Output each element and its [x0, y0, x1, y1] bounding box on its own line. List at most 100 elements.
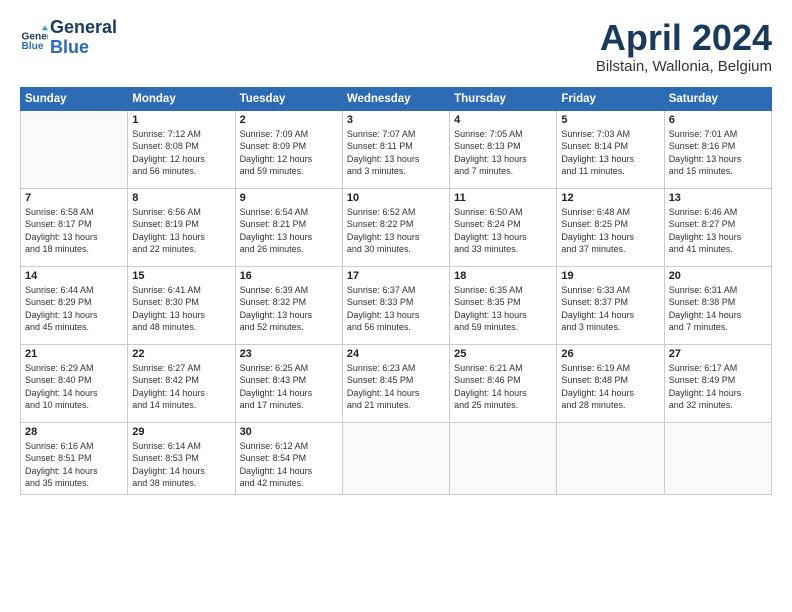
day-number: 6 [669, 114, 767, 126]
day-number: 3 [347, 114, 445, 126]
day-info: Sunrise: 6:54 AM Sunset: 8:21 PM Dayligh… [240, 206, 338, 256]
day-number: 8 [132, 192, 230, 204]
day-cell [557, 422, 664, 494]
day-info: Sunrise: 6:25 AM Sunset: 8:43 PM Dayligh… [240, 362, 338, 412]
logo-icon: General Blue [20, 24, 48, 52]
day-number: 22 [132, 348, 230, 360]
day-number: 21 [25, 348, 123, 360]
header: General Blue General Blue April 2024 Bil… [20, 18, 772, 75]
day-cell: 9 Sunrise: 6:54 AM Sunset: 8:21 PM Daylig… [235, 188, 342, 266]
day-cell: 8 Sunrise: 6:56 AM Sunset: 8:19 PM Daylig… [128, 188, 235, 266]
day-cell: 5 Sunrise: 7:03 AM Sunset: 8:14 PM Daylig… [557, 110, 664, 188]
day-info: Sunrise: 6:33 AM Sunset: 8:37 PM Dayligh… [561, 284, 659, 334]
page: General Blue General Blue April 2024 Bil… [0, 0, 792, 505]
day-cell: 6 Sunrise: 7:01 AM Sunset: 8:16 PM Daylig… [664, 110, 771, 188]
day-number: 11 [454, 192, 552, 204]
col-tuesday: Tuesday [235, 87, 342, 110]
day-cell: 3Sunrise: 7:07 AM Sunset: 8:11 PM Daylig… [342, 110, 449, 188]
week-row-4: 21 Sunrise: 6:29 AM Sunset: 8:40 PM Dayli… [21, 344, 772, 422]
day-info: Sunrise: 6:17 AM Sunset: 8:49 PM Dayligh… [669, 362, 767, 412]
day-cell: 7Sunrise: 6:58 AM Sunset: 8:17 PM Daylig… [21, 188, 128, 266]
day-cell: 10 Sunrise: 6:52 AM Sunset: 8:22 PM Dayli… [342, 188, 449, 266]
day-cell: 21 Sunrise: 6:29 AM Sunset: 8:40 PM Dayli… [21, 344, 128, 422]
week-row-1: 1 Sunrise: 7:12 AM Sunset: 8:08 PM Daylig… [21, 110, 772, 188]
day-cell: 27 Sunrise: 6:17 AM Sunset: 8:49 PM Dayli… [664, 344, 771, 422]
day-info: Sunrise: 7:05 AM Sunset: 8:13 PM Dayligh… [454, 128, 552, 178]
day-number: 23 [240, 348, 338, 360]
day-cell: 17Sunrise: 6:37 AM Sunset: 8:33 PM Dayli… [342, 266, 449, 344]
week-row-5: 28Sunrise: 6:16 AM Sunset: 8:51 PM Dayli… [21, 422, 772, 494]
day-number: 10 [347, 192, 445, 204]
day-number: 16 [240, 270, 338, 282]
day-info: Sunrise: 6:52 AM Sunset: 8:22 PM Dayligh… [347, 206, 445, 256]
title-block: April 2024 Bilstain, Wallonia, Belgium [596, 18, 772, 75]
day-cell: 19 Sunrise: 6:33 AM Sunset: 8:37 PM Dayli… [557, 266, 664, 344]
day-number: 27 [669, 348, 767, 360]
day-info: Sunrise: 6:56 AM Sunset: 8:19 PM Dayligh… [132, 206, 230, 256]
day-number: 9 [240, 192, 338, 204]
week-row-2: 7Sunrise: 6:58 AM Sunset: 8:17 PM Daylig… [21, 188, 772, 266]
day-number: 5 [561, 114, 659, 126]
day-cell: 4Sunrise: 7:05 AM Sunset: 8:13 PM Daylig… [450, 110, 557, 188]
day-info: Sunrise: 7:01 AM Sunset: 8:16 PM Dayligh… [669, 128, 767, 178]
day-info: Sunrise: 7:12 AM Sunset: 8:08 PM Dayligh… [132, 128, 230, 178]
day-number: 26 [561, 348, 659, 360]
logo: General Blue General Blue [20, 18, 117, 58]
day-number: 1 [132, 114, 230, 126]
day-cell: 26 Sunrise: 6:19 AM Sunset: 8:48 PM Dayli… [557, 344, 664, 422]
day-info: Sunrise: 6:21 AM Sunset: 8:46 PM Dayligh… [454, 362, 552, 412]
day-info: Sunrise: 6:19 AM Sunset: 8:48 PM Dayligh… [561, 362, 659, 412]
day-cell: 25 Sunrise: 6:21 AM Sunset: 8:46 PM Dayli… [450, 344, 557, 422]
day-cell [342, 422, 449, 494]
calendar-header: Sunday Monday Tuesday Wednesday Thursday… [21, 87, 772, 110]
day-cell: 30 Sunrise: 6:12 AM Sunset: 8:54 PM Dayli… [235, 422, 342, 494]
day-info: Sunrise: 6:29 AM Sunset: 8:40 PM Dayligh… [25, 362, 123, 412]
day-info: Sunrise: 6:12 AM Sunset: 8:54 PM Dayligh… [240, 440, 338, 490]
day-number: 30 [240, 426, 338, 438]
calendar-table: Sunday Monday Tuesday Wednesday Thursday… [20, 87, 772, 495]
day-number: 19 [561, 270, 659, 282]
day-number: 17 [347, 270, 445, 282]
col-friday: Friday [557, 87, 664, 110]
day-info: Sunrise: 7:03 AM Sunset: 8:14 PM Dayligh… [561, 128, 659, 178]
day-number: 2 [240, 114, 338, 126]
logo-line2: Blue [50, 37, 89, 57]
col-wednesday: Wednesday [342, 87, 449, 110]
day-number: 29 [132, 426, 230, 438]
logo-line1: General [50, 17, 117, 37]
day-cell: 11 Sunrise: 6:50 AM Sunset: 8:24 PM Dayli… [450, 188, 557, 266]
day-cell: 18 Sunrise: 6:35 AM Sunset: 8:35 PM Dayli… [450, 266, 557, 344]
col-sunday: Sunday [21, 87, 128, 110]
day-cell: 16 Sunrise: 6:39 AM Sunset: 8:32 PM Dayli… [235, 266, 342, 344]
location-subtitle: Bilstain, Wallonia, Belgium [596, 58, 772, 75]
day-cell: 12 Sunrise: 6:48 AM Sunset: 8:25 PM Dayli… [557, 188, 664, 266]
logo-text: General Blue [50, 18, 117, 58]
day-info: Sunrise: 6:48 AM Sunset: 8:25 PM Dayligh… [561, 206, 659, 256]
day-info: Sunrise: 6:14 AM Sunset: 8:53 PM Dayligh… [132, 440, 230, 490]
col-thursday: Thursday [450, 87, 557, 110]
day-cell: 15Sunrise: 6:41 AM Sunset: 8:30 PM Dayli… [128, 266, 235, 344]
day-number: 20 [669, 270, 767, 282]
day-info: Sunrise: 6:41 AM Sunset: 8:30 PM Dayligh… [132, 284, 230, 334]
svg-text:Blue: Blue [22, 41, 44, 52]
day-cell [664, 422, 771, 494]
day-cell [21, 110, 128, 188]
day-info: Sunrise: 6:27 AM Sunset: 8:42 PM Dayligh… [132, 362, 230, 412]
day-number: 18 [454, 270, 552, 282]
day-info: Sunrise: 6:23 AM Sunset: 8:45 PM Dayligh… [347, 362, 445, 412]
col-monday: Monday [128, 87, 235, 110]
day-cell: 13Sunrise: 6:46 AM Sunset: 8:27 PM Dayli… [664, 188, 771, 266]
day-cell: 23 Sunrise: 6:25 AM Sunset: 8:43 PM Dayli… [235, 344, 342, 422]
day-number: 13 [669, 192, 767, 204]
day-info: Sunrise: 6:16 AM Sunset: 8:51 PM Dayligh… [25, 440, 123, 490]
day-number: 24 [347, 348, 445, 360]
day-info: Sunrise: 6:50 AM Sunset: 8:24 PM Dayligh… [454, 206, 552, 256]
day-info: Sunrise: 6:39 AM Sunset: 8:32 PM Dayligh… [240, 284, 338, 334]
day-info: Sunrise: 7:09 AM Sunset: 8:09 PM Dayligh… [240, 128, 338, 178]
header-row: Sunday Monday Tuesday Wednesday Thursday… [21, 87, 772, 110]
day-number: 12 [561, 192, 659, 204]
day-number: 25 [454, 348, 552, 360]
day-info: Sunrise: 6:31 AM Sunset: 8:38 PM Dayligh… [669, 284, 767, 334]
week-row-3: 14Sunrise: 6:44 AM Sunset: 8:29 PM Dayli… [21, 266, 772, 344]
day-info: Sunrise: 6:35 AM Sunset: 8:35 PM Dayligh… [454, 284, 552, 334]
